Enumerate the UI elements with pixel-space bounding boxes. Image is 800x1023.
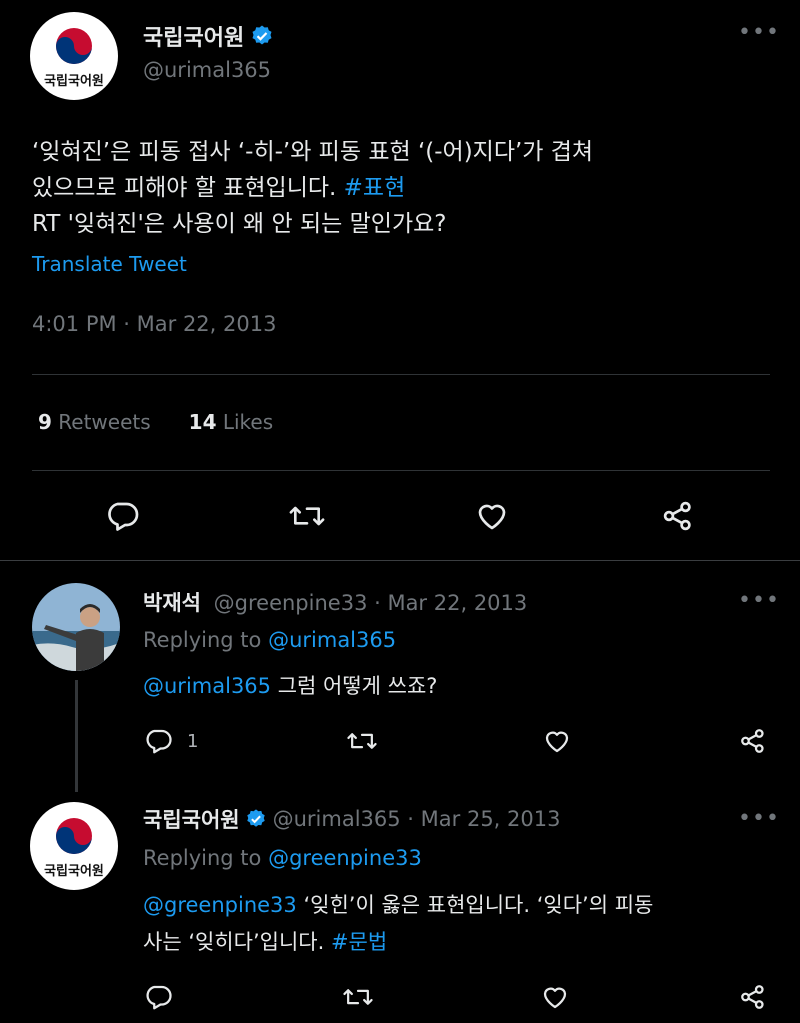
tweet-text-line1: ‘잊혀진’은 피동 접사 ‘-히-’와 피동 표현 ‘(-어)지다’가 겹쳐 — [32, 139, 594, 165]
author-name-row: 국립국어원 — [143, 20, 274, 52]
like-icon — [474, 498, 510, 534]
like-icon — [542, 726, 572, 756]
display-name[interactable]: 국립국어원 — [143, 804, 240, 834]
display-name[interactable]: 국립국어원 — [143, 20, 244, 52]
likes-label: Likes — [222, 410, 274, 434]
retweets-count: 9 — [38, 410, 52, 434]
reply2-text: @greenpine33 ‘잊힌’이 옳은 표현입니다. ‘잊다’의 피동 사는… — [143, 887, 653, 961]
avatar-greenpine33[interactable] — [32, 583, 120, 671]
tweet-text-line3: RT '잊혀진'은 사용이 왜 안 되는 말인가요? — [32, 211, 447, 237]
like-icon — [540, 982, 570, 1012]
handle-date[interactable]: @urimal365 · Mar 25, 2013 — [273, 807, 561, 831]
mention-link[interactable]: @greenpine33 — [143, 893, 297, 917]
reply2-header: 국립국어원 @urimal365 · Mar 25, 2013 — [143, 804, 560, 834]
share-button[interactable] — [738, 726, 768, 756]
mention-link[interactable]: @urimal365 — [143, 674, 271, 698]
share-button[interactable] — [660, 498, 696, 534]
likes-count: 14 — [188, 410, 217, 434]
avatar-urimal365[interactable]: 국립국어원 — [30, 802, 118, 890]
share-icon — [660, 498, 696, 534]
handle-date[interactable]: @greenpine33 · Mar 22, 2013 — [214, 591, 528, 615]
retweet-icon — [346, 726, 378, 756]
reply1-text: @urimal365 그럼 어떻게 쓰죠? — [143, 670, 437, 700]
tweet-text-line2: 있으므로 피해야 할 표현입니다. #표현 — [32, 170, 772, 206]
tweet-timestamp[interactable]: 4:01 PM · Mar 22, 2013 — [32, 312, 276, 336]
tweet-text-line2-body: 있으므로 피해야 할 표현입니다. — [32, 175, 344, 201]
retweet-button[interactable] — [288, 498, 326, 534]
reply-count: 1 — [187, 730, 199, 752]
reply-icon — [104, 498, 140, 534]
hashtag-link[interactable]: #문법 — [331, 930, 387, 954]
reply-button[interactable] — [104, 498, 140, 534]
replying-to: Replying to @urimal365 — [143, 628, 396, 652]
reply-button[interactable]: 1 — [143, 726, 198, 756]
like-button[interactable] — [542, 726, 572, 756]
like-button[interactable] — [540, 982, 570, 1012]
avatar-urimal365[interactable]: 국립국어원 — [30, 12, 118, 100]
verified-badge-icon — [250, 24, 274, 48]
tweet-text: ‘잊혀진’은 피동 접사 ‘-히-’와 피동 표현 ‘(-어)지다’가 겹쳐 있… — [32, 134, 772, 242]
avatar-caption: 국립국어원 — [44, 863, 104, 879]
thread-line — [75, 680, 78, 792]
more-icon[interactable]: ••• — [738, 588, 780, 613]
display-name[interactable]: 박재석 — [143, 591, 201, 615]
divider — [32, 470, 770, 471]
divider — [0, 560, 800, 561]
share-button[interactable] — [738, 982, 768, 1012]
retweets-stat[interactable]: 9 Retweets — [38, 410, 151, 434]
reply-icon — [143, 726, 173, 756]
reply-text: 사는 ‘잊히다’입니다. — [143, 930, 331, 954]
verified-badge-icon — [245, 808, 267, 830]
reply-button[interactable] — [143, 982, 173, 1012]
divider — [32, 374, 770, 375]
reply-text: 그럼 어떻게 쓰죠? — [271, 674, 438, 698]
retweet-button[interactable] — [346, 726, 378, 756]
replying-to-link[interactable]: @greenpine33 — [268, 846, 422, 870]
engagement-stats: 9 Retweets 14 Likes — [38, 410, 273, 434]
replying-label: Replying to — [143, 628, 269, 652]
reply2-text-line2: 사는 ‘잊히다’입니다. #문법 — [143, 924, 653, 961]
reply-text: ‘잊힌’이 옳은 표현입니다. ‘잊다’의 피동 — [296, 893, 654, 917]
reply2-text-line1: @greenpine33 ‘잊힌’이 옳은 표현입니다. ‘잊다’의 피동 — [143, 887, 653, 924]
avatar-caption: 국립국어원 — [44, 73, 104, 89]
reply1-header: 박재석 @greenpine33 · Mar 22, 2013 — [143, 587, 527, 617]
replying-to: Replying to @greenpine33 — [143, 846, 422, 870]
government-emblem-icon — [56, 27, 92, 64]
government-emblem-icon — [56, 817, 92, 854]
retweet-button[interactable] — [342, 982, 374, 1012]
replying-to-link[interactable]: @urimal365 — [268, 628, 396, 652]
replying-label: Replying to — [143, 846, 269, 870]
profile-photo — [32, 583, 120, 671]
share-icon — [738, 982, 768, 1012]
likes-stat[interactable]: 14 Likes — [189, 410, 274, 434]
reply-icon — [143, 982, 173, 1012]
share-icon — [738, 726, 768, 756]
translate-tweet-link[interactable]: Translate Tweet — [32, 252, 187, 276]
like-button[interactable] — [474, 498, 510, 534]
retweet-icon — [342, 982, 374, 1012]
more-icon[interactable]: ••• — [738, 806, 780, 831]
handle[interactable]: @urimal365 — [143, 58, 271, 82]
retweets-label: Retweets — [58, 410, 151, 434]
more-icon[interactable]: ••• — [738, 20, 780, 45]
hashtag-link[interactable]: #표현 — [344, 175, 406, 201]
retweet-icon — [288, 498, 326, 534]
